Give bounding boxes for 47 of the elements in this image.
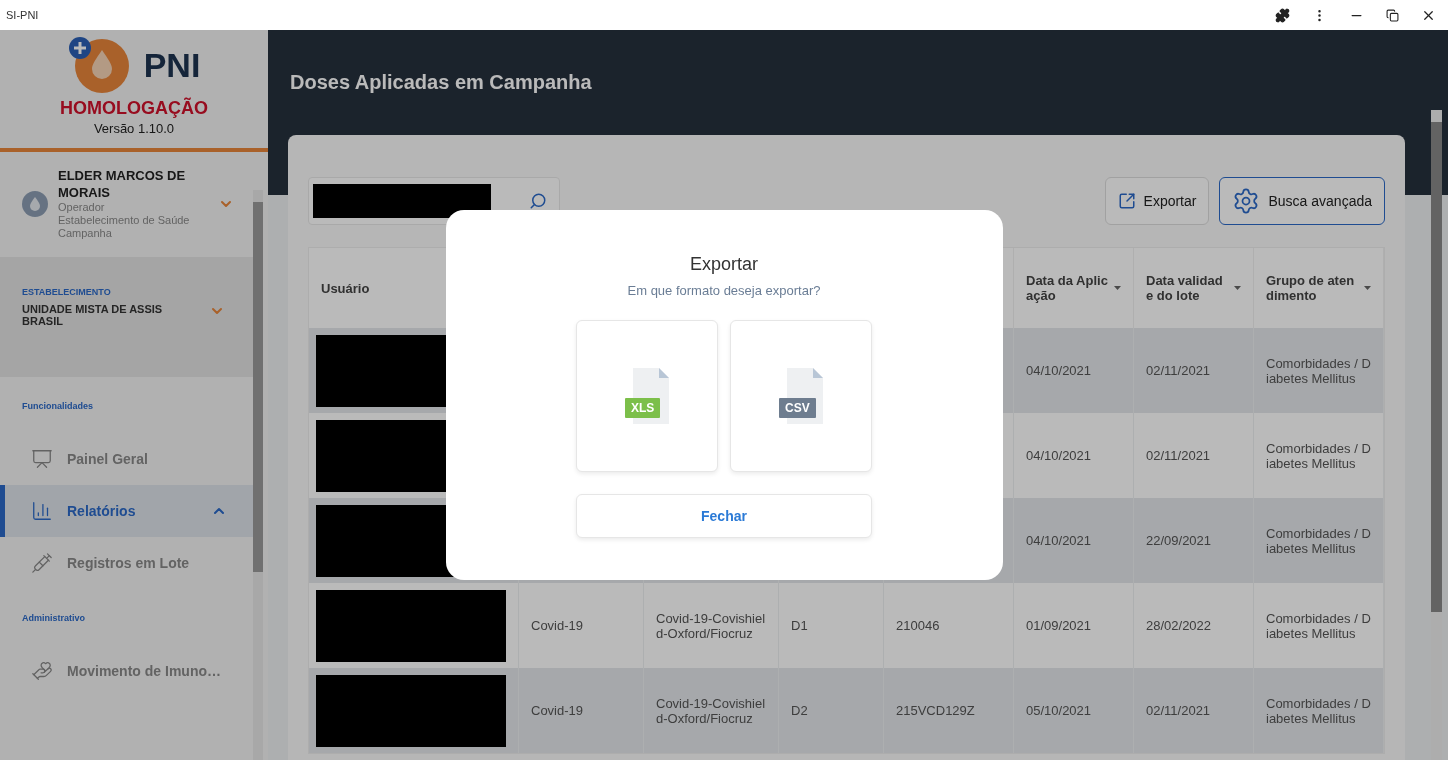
search-icon[interactable] bbox=[529, 192, 547, 210]
table-cell: 05/10/2021 bbox=[1014, 668, 1134, 753]
user-name: ELDER MARCOS DE MORAIS bbox=[58, 167, 187, 201]
table-cell: Comorbidades / Diabetes Mellitus bbox=[1254, 498, 1384, 583]
hand-icon bbox=[31, 660, 53, 682]
format-option[interactable]: XLS bbox=[576, 320, 718, 472]
table-cell: Covid-19 bbox=[519, 668, 644, 753]
sort-caret-icon[interactable] bbox=[1234, 286, 1241, 290]
export-button[interactable]: Exportar bbox=[1104, 177, 1210, 225]
table-cell: Comorbidades / Diabetes Mellitus bbox=[1254, 328, 1384, 413]
table-cell: 22/09/2021 bbox=[1134, 498, 1254, 583]
avatar-icon bbox=[22, 190, 48, 217]
table-cell: D2 bbox=[779, 668, 884, 753]
presentation-board-icon bbox=[31, 448, 53, 470]
table-cell: 02/11/2021 bbox=[1134, 668, 1254, 753]
menu-item[interactable]: Relatórios bbox=[0, 485, 255, 537]
establishment-name: UNIDADE MISTA DE ASSIS BRASIL bbox=[22, 303, 164, 327]
version-label: Versão 1.10.0 bbox=[93, 121, 175, 136]
section-title: Funcionalidades bbox=[21, 400, 94, 413]
table-cell: Covid-19-Covishield-Oxford/Fiocruz bbox=[644, 668, 779, 753]
table-cell: Comorbidades / Diabetes Mellitus bbox=[1254, 668, 1384, 753]
extension-icon[interactable] bbox=[1275, 7, 1290, 23]
sort-caret-icon[interactable] bbox=[1114, 286, 1121, 290]
table-cell: 02/11/2021 bbox=[1134, 328, 1254, 413]
window-title: SI-PNI bbox=[6, 9, 40, 21]
user-unit: Estabelecimento de Saúde Campanha bbox=[58, 214, 191, 240]
section-title: Administrativo bbox=[21, 612, 86, 625]
page-title: Doses Aplicadas em Campanha bbox=[289, 70, 593, 95]
restore-icon[interactable] bbox=[1386, 8, 1399, 22]
user-role: Operador bbox=[58, 201, 106, 214]
establishment-label: ESTABELECIMENTO bbox=[22, 287, 112, 297]
scrollbar[interactable] bbox=[253, 190, 263, 760]
dialog-title: Exportar bbox=[690, 254, 758, 275]
bar-chart-icon bbox=[31, 500, 53, 522]
droplet-logo-icon bbox=[67, 36, 130, 94]
environment-label: HOMOLOGAÇÃO bbox=[60, 98, 208, 119]
close-button[interactable]: Fechar bbox=[576, 494, 872, 538]
table-cell: 215VCD129Z bbox=[884, 668, 1014, 753]
sort-caret-icon[interactable] bbox=[1364, 286, 1371, 290]
advanced-search-button[interactable]: Busca avançada bbox=[1219, 177, 1385, 225]
table-cell: 04/10/2021 bbox=[1014, 498, 1134, 583]
export-icon bbox=[1117, 192, 1136, 210]
brand-name: PNI bbox=[143, 45, 201, 85]
dialog-subtitle: Em que formato deseja exportar? bbox=[627, 283, 821, 298]
table-cell: 04/10/2021 bbox=[1014, 328, 1134, 413]
syringe-icon bbox=[31, 552, 53, 574]
format-option[interactable]: CSV bbox=[730, 320, 872, 472]
